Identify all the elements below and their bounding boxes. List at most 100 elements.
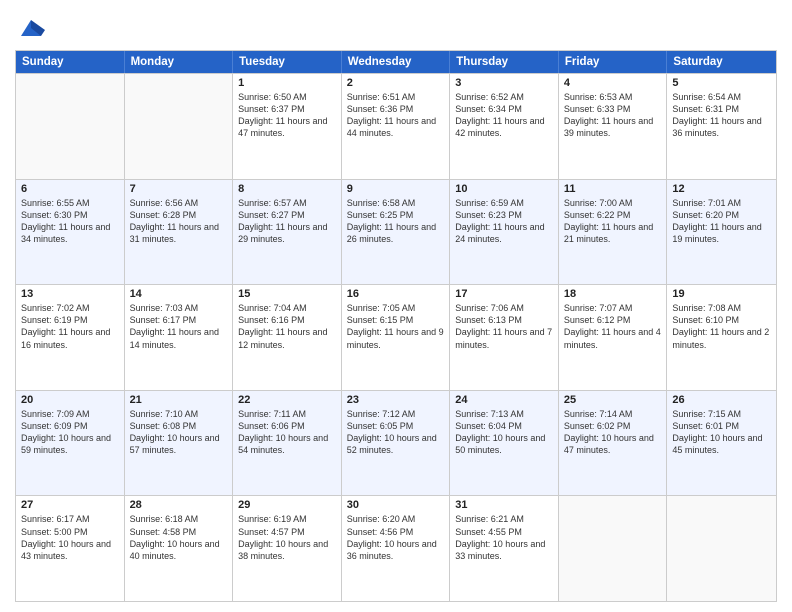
calendar-body: 1 Sunrise: 6:50 AM Sunset: 6:37 PM Daylig… [16, 73, 776, 601]
day-number: 5 [672, 77, 771, 89]
cal-cell: 19 Sunrise: 7:08 AM Sunset: 6:10 PM Dayli… [667, 285, 776, 390]
day-number: 16 [347, 288, 445, 300]
day-number: 9 [347, 183, 445, 195]
cal-header-cell: Friday [559, 51, 668, 73]
cell-info: Sunrise: 6:52 AM Sunset: 6:34 PM Dayligh… [455, 91, 553, 140]
cal-header-cell: Tuesday [233, 51, 342, 73]
cell-info: Sunrise: 6:19 AM Sunset: 4:57 PM Dayligh… [238, 513, 336, 562]
cal-cell: 12 Sunrise: 7:01 AM Sunset: 6:20 PM Dayli… [667, 180, 776, 285]
day-number: 17 [455, 288, 553, 300]
logo-icon [17, 14, 45, 42]
cell-info: Sunrise: 6:58 AM Sunset: 6:25 PM Dayligh… [347, 197, 445, 246]
day-number: 13 [21, 288, 119, 300]
cell-info: Sunrise: 7:07 AM Sunset: 6:12 PM Dayligh… [564, 302, 662, 351]
cal-week-row: 20 Sunrise: 7:09 AM Sunset: 6:09 PM Dayli… [16, 390, 776, 496]
cal-header-cell: Wednesday [342, 51, 451, 73]
cal-week-row: 1 Sunrise: 6:50 AM Sunset: 6:37 PM Daylig… [16, 73, 776, 179]
day-number: 20 [21, 394, 119, 406]
cal-cell: 5 Sunrise: 6:54 AM Sunset: 6:31 PM Daylig… [667, 74, 776, 179]
cal-cell: 15Sunrise: 7:04 AM Sunset: 6:16 PM Dayli… [233, 285, 342, 390]
cal-cell: 31 Sunrise: 6:21 AM Sunset: 4:55 PM Dayli… [450, 496, 559, 601]
day-number: 3 [455, 77, 553, 89]
day-number: 1 [238, 77, 336, 89]
day-number: 18 [564, 288, 662, 300]
day-number: 22 [238, 394, 336, 406]
cal-cell: 1 Sunrise: 6:50 AM Sunset: 6:37 PM Daylig… [233, 74, 342, 179]
day-number: 11 [564, 183, 662, 195]
cal-cell [125, 74, 234, 179]
cal-cell: 25 Sunrise: 7:14 AM Sunset: 6:02 PM Dayli… [559, 391, 668, 496]
cal-cell: 7Sunrise: 6:56 AM Sunset: 6:28 PM Daylig… [125, 180, 234, 285]
cal-header-cell: Saturday [667, 51, 776, 73]
day-number: 10 [455, 183, 553, 195]
cell-info: Sunrise: 7:09 AM Sunset: 6:09 PM Dayligh… [21, 408, 119, 457]
day-number: 4 [564, 77, 662, 89]
cell-info: Sunrise: 7:05 AM Sunset: 6:15 PM Dayligh… [347, 302, 445, 351]
calendar: SundayMondayTuesdayWednesdayThursdayFrid… [15, 50, 777, 602]
day-number: 19 [672, 288, 771, 300]
cal-cell [16, 74, 125, 179]
day-number: 2 [347, 77, 445, 89]
cell-info: Sunrise: 7:12 AM Sunset: 6:05 PM Dayligh… [347, 408, 445, 457]
cal-cell: 14 Sunrise: 7:03 AM Sunset: 6:17 PM Dayli… [125, 285, 234, 390]
day-number: 25 [564, 394, 662, 406]
day-number: 31 [455, 499, 553, 511]
cal-cell: 20 Sunrise: 7:09 AM Sunset: 6:09 PM Dayli… [16, 391, 125, 496]
cell-info: Sunrise: 7:08 AM Sunset: 6:10 PM Dayligh… [672, 302, 771, 351]
cell-info: Sunrise: 6:53 AM Sunset: 6:33 PM Dayligh… [564, 91, 662, 140]
day-number: 8 [238, 183, 336, 195]
day-number: 30 [347, 499, 445, 511]
cal-cell: 22 Sunrise: 7:11 AM Sunset: 6:06 PM Dayli… [233, 391, 342, 496]
day-number: 28 [130, 499, 228, 511]
cal-cell [559, 496, 668, 601]
cell-info: Sunrise: 6:21 AM Sunset: 4:55 PM Dayligh… [455, 513, 553, 562]
cal-cell [667, 496, 776, 601]
cal-week-row: 27 Sunrise: 6:17 AM Sunset: 5:00 PM Dayli… [16, 495, 776, 601]
cell-info: Sunrise: 6:17 AM Sunset: 5:00 PM Dayligh… [21, 513, 119, 562]
day-number: 24 [455, 394, 553, 406]
cell-info: Sunrise: 7:03 AM Sunset: 6:17 PM Dayligh… [130, 302, 228, 351]
day-number: 23 [347, 394, 445, 406]
logo [15, 14, 45, 42]
cal-cell: 29 Sunrise: 6:19 AM Sunset: 4:57 PM Dayli… [233, 496, 342, 601]
cal-cell: 13Sunrise: 7:02 AM Sunset: 6:19 PM Dayli… [16, 285, 125, 390]
day-number: 6 [21, 183, 119, 195]
cal-cell: 10 Sunrise: 6:59 AM Sunset: 6:23 PM Dayli… [450, 180, 559, 285]
cell-info: Sunrise: 7:06 AM Sunset: 6:13 PM Dayligh… [455, 302, 553, 351]
cell-info: Sunrise: 7:10 AM Sunset: 6:08 PM Dayligh… [130, 408, 228, 457]
day-number: 29 [238, 499, 336, 511]
cal-cell: 17 Sunrise: 7:06 AM Sunset: 6:13 PM Dayli… [450, 285, 559, 390]
cal-cell: 26Sunrise: 7:15 AM Sunset: 6:01 PM Dayli… [667, 391, 776, 496]
calendar-header-row: SundayMondayTuesdayWednesdayThursdayFrid… [16, 51, 776, 73]
day-number: 27 [21, 499, 119, 511]
cal-cell: 6 Sunrise: 6:55 AM Sunset: 6:30 PM Daylig… [16, 180, 125, 285]
header [15, 10, 777, 42]
cell-info: Sunrise: 6:50 AM Sunset: 6:37 PM Dayligh… [238, 91, 336, 140]
cal-week-row: 13Sunrise: 7:02 AM Sunset: 6:19 PM Dayli… [16, 284, 776, 390]
cell-info: Sunrise: 6:59 AM Sunset: 6:23 PM Dayligh… [455, 197, 553, 246]
cal-cell: 24Sunrise: 7:13 AM Sunset: 6:04 PM Dayli… [450, 391, 559, 496]
cell-info: Sunrise: 6:56 AM Sunset: 6:28 PM Dayligh… [130, 197, 228, 246]
cal-cell: 16 Sunrise: 7:05 AM Sunset: 6:15 PM Dayli… [342, 285, 451, 390]
cell-info: Sunrise: 7:01 AM Sunset: 6:20 PM Dayligh… [672, 197, 771, 246]
cell-info: Sunrise: 6:54 AM Sunset: 6:31 PM Dayligh… [672, 91, 771, 140]
cell-info: Sunrise: 6:55 AM Sunset: 6:30 PM Dayligh… [21, 197, 119, 246]
day-number: 12 [672, 183, 771, 195]
cal-cell: 28 Sunrise: 6:18 AM Sunset: 4:58 PM Dayli… [125, 496, 234, 601]
cal-week-row: 6 Sunrise: 6:55 AM Sunset: 6:30 PM Daylig… [16, 179, 776, 285]
cell-info: Sunrise: 7:11 AM Sunset: 6:06 PM Dayligh… [238, 408, 336, 457]
cal-header-cell: Monday [125, 51, 234, 73]
day-number: 14 [130, 288, 228, 300]
cal-cell: 2Sunrise: 6:51 AM Sunset: 6:36 PM Daylig… [342, 74, 451, 179]
cal-cell: 18 Sunrise: 7:07 AM Sunset: 6:12 PM Dayli… [559, 285, 668, 390]
cell-info: Sunrise: 7:14 AM Sunset: 6:02 PM Dayligh… [564, 408, 662, 457]
cal-cell: 27 Sunrise: 6:17 AM Sunset: 5:00 PM Dayli… [16, 496, 125, 601]
day-number: 21 [130, 394, 228, 406]
cal-cell: 21 Sunrise: 7:10 AM Sunset: 6:08 PM Dayli… [125, 391, 234, 496]
cal-cell: 4 Sunrise: 6:53 AM Sunset: 6:33 PM Daylig… [559, 74, 668, 179]
cal-header-cell: Thursday [450, 51, 559, 73]
cell-info: Sunrise: 6:20 AM Sunset: 4:56 PM Dayligh… [347, 513, 445, 562]
page: SundayMondayTuesdayWednesdayThursdayFrid… [0, 0, 792, 612]
cell-info: Sunrise: 6:18 AM Sunset: 4:58 PM Dayligh… [130, 513, 228, 562]
cal-cell: 9 Sunrise: 6:58 AM Sunset: 6:25 PM Daylig… [342, 180, 451, 285]
